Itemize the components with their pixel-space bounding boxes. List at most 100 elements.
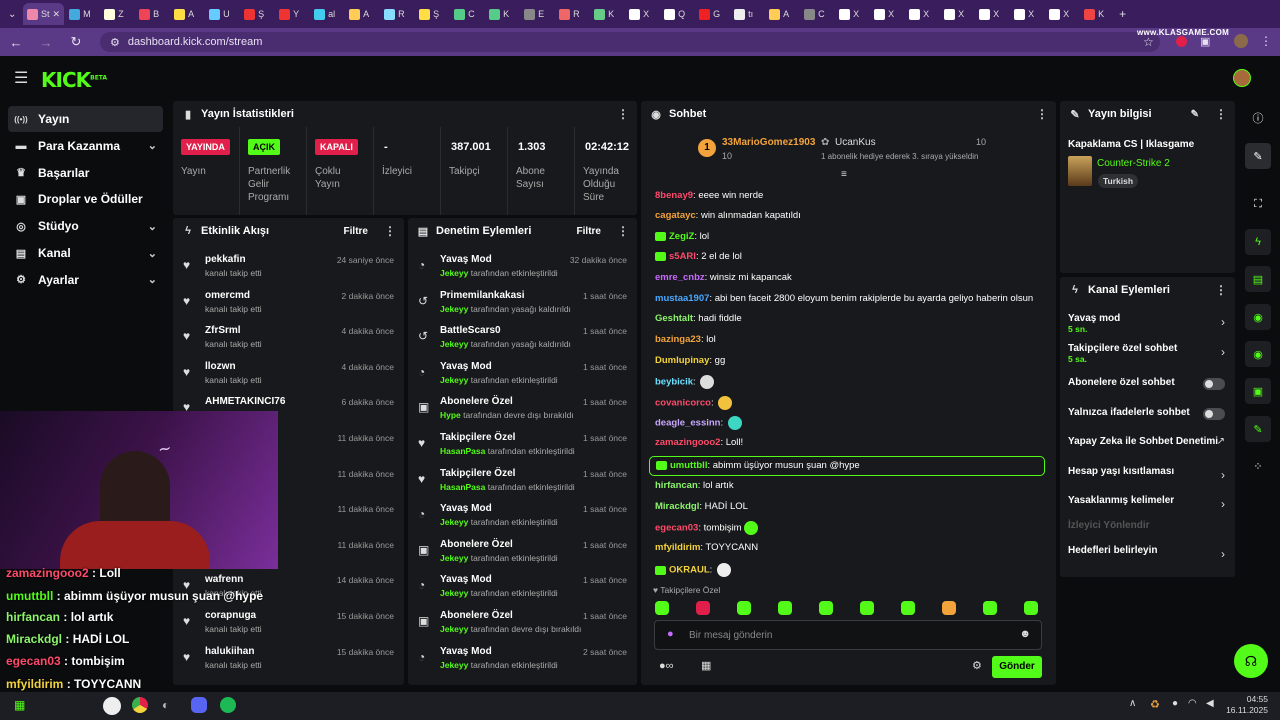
chat-username[interactable]: mustaa1907 (655, 293, 709, 304)
chat-message[interactable]: mustaa1907: abi ben faceit 2800 eloyum b… (655, 293, 1033, 304)
quick-emote-icon[interactable] (696, 601, 710, 615)
activity-user[interactable]: wafrenn (205, 574, 243, 585)
wrench-icon[interactable]: ✎ (1245, 416, 1271, 442)
loyalty-icon[interactable]: ●∞ (659, 660, 674, 672)
chat-message[interactable]: emre_cnbz: winsiz mi kapancak (655, 272, 792, 283)
moderation-row[interactable]: ▣ Abonelere Özel Hype tarafından devre dış… (408, 390, 637, 426)
chevron-down-icon[interactable]: ⌄ (148, 139, 157, 152)
steam-icon[interactable]: ◐ (162, 698, 169, 712)
chevron-down-icon[interactable]: ⌄ (148, 220, 157, 233)
browser-tab[interactable]: M (65, 3, 99, 25)
browser-tab[interactable]: E (520, 3, 554, 25)
chevron-right-icon[interactable]: › (1221, 497, 1225, 511)
more-options-icon[interactable]: ⋮ (617, 224, 629, 238)
browser-tab[interactable]: Q (660, 3, 694, 25)
chat-username[interactable]: bazinga23 (655, 334, 701, 345)
channel-action-row[interactable]: Hesap yaşı kısıtlaması (1068, 466, 1228, 477)
quick-emote-icon[interactable] (901, 601, 915, 615)
support-button[interactable]: ☊ (1234, 644, 1268, 678)
chat-username[interactable]: hirfancan (655, 480, 698, 491)
moderation-row[interactable]: ◔ Yavaş Mod Jekeyy tarafından etkinleştiri… (408, 568, 637, 604)
browser-tab[interactable]: al (310, 3, 344, 25)
wifi-icon[interactable]: ◠ (1188, 698, 1197, 709)
moderator-name[interactable]: Jekeyy (440, 339, 468, 349)
browser-tab[interactable]: X (1045, 3, 1079, 25)
moderator-name[interactable]: Jekeyy (440, 268, 468, 278)
lightning-icon[interactable]: ϟ (1245, 229, 1271, 255)
browser-tab[interactable]: K (590, 3, 624, 25)
browser-menu-icon[interactable]: ⋮ (1260, 34, 1272, 48)
browser-tab[interactable]: K (485, 3, 519, 25)
moderation-row[interactable]: ▣ Abonelere Özel Jekeyy tarafından devre d… (408, 604, 637, 640)
clock-date[interactable]: 16.11.2025 (1222, 705, 1268, 715)
moderator-name[interactable]: Hype (440, 410, 461, 420)
browser-tab[interactable]: X (870, 3, 904, 25)
browser-tab[interactable]: Z (100, 3, 134, 25)
card-icon[interactable]: ▣ (1245, 378, 1271, 404)
chat-icon[interactable]: ◉ (1245, 304, 1271, 330)
browser-tab[interactable]: Ş (240, 3, 274, 25)
browser-tab[interactable]: Ş (415, 3, 449, 25)
browser-tab[interactable]: tı (730, 3, 764, 25)
taskbar-app-icon[interactable]: ▦ (14, 698, 25, 712)
chat-input[interactable]: ● Bir mesaj gönderin ☻ (654, 620, 1042, 650)
chat-message[interactable]: cagatayc: win alınmadan kapatıldı (655, 210, 801, 221)
apps-icon[interactable]: ⁘ (1245, 453, 1271, 479)
activity-row[interactable]: ♥ halukiihan kanalı takip etti 15 dakika ön… (173, 640, 404, 676)
new-tab-icon[interactable]: + (1115, 3, 1133, 25)
info-icon[interactable]: ⓘ (1245, 105, 1271, 131)
chevron-right-icon[interactable]: › (1221, 315, 1225, 329)
browser-tab[interactable]: C (800, 3, 834, 25)
toggle-switch[interactable] (1203, 408, 1225, 420)
quick-emote-icon[interactable] (737, 601, 751, 615)
browser-tab[interactable]: U (205, 3, 239, 25)
browser-tab[interactable]: X (835, 3, 869, 25)
channel-action-row[interactable]: Yapay Zeka ile Sohbet Denetimi (1068, 436, 1228, 447)
send-button[interactable]: Gönder (992, 656, 1042, 678)
moderation-row[interactable]: ▣ Abonelere Özel Jekeyy tarafından etkinle… (408, 533, 637, 569)
browser-tab[interactable]: X (975, 3, 1009, 25)
external-link-icon[interactable]: ↗ (1217, 436, 1225, 447)
chat-message[interactable]: 8benay9: eeee win nerde (655, 190, 763, 201)
chat-message[interactable]: covanicorco: (655, 396, 733, 410)
chat-settings-icon[interactable]: ⚙ (972, 659, 982, 672)
moderator-name[interactable]: Jekeyy (440, 553, 468, 563)
edit-icon[interactable]: ✎ (1191, 109, 1199, 120)
sidebar-item-6[interactable]: ⚙ Ayarlar ⌄ (8, 267, 163, 293)
moderation-row[interactable]: ♥ Takipçilere Özel HasanPasa tarafından et… (408, 426, 637, 462)
activity-user[interactable]: halukiihan (205, 646, 254, 657)
browser-tab[interactable]: A (170, 3, 204, 25)
activity-user[interactable]: omercmd (205, 290, 250, 301)
activity-row[interactable]: ♥ corapnuga kanalı takip etti 15 dakika önc… (173, 604, 404, 640)
chat-username[interactable]: egecan03 (655, 523, 698, 534)
quick-emote-icon[interactable] (942, 601, 956, 615)
chat-message[interactable]: OKRAUL: (655, 563, 731, 577)
spotify-icon[interactable] (220, 697, 236, 713)
activity-user[interactable]: ZfrSrml (205, 325, 241, 336)
chevron-right-icon[interactable]: › (1221, 345, 1225, 359)
collapse-icon[interactable]: ≡ (841, 169, 847, 180)
sidebar-item-3[interactable]: ▣ Droplar ve Ödüller (8, 186, 163, 212)
moderation-row[interactable]: ◔ Yavaş Mod Jekeyy tarafından etkinleştiri… (408, 640, 637, 676)
chat-username[interactable]: umuttbll (670, 460, 707, 471)
browser-tab[interactable]: R (555, 3, 589, 25)
activity-user[interactable]: corapnuga (205, 610, 256, 621)
sidebar-item-5[interactable]: ▤ Kanal ⌄ (8, 240, 163, 266)
sidebar-item-0[interactable]: ((•)) Yayın (8, 106, 163, 132)
moderator-name[interactable]: Jekeyy (440, 375, 468, 385)
sidebar-item-2[interactable]: ♛ Başarılar (8, 160, 163, 186)
chat-username[interactable]: Dumlupinay (655, 355, 709, 366)
browser-tab[interactable]: X (940, 3, 974, 25)
chat-message[interactable]: beybicik: (655, 375, 715, 389)
pencil-icon[interactable]: ✎ (1245, 143, 1271, 169)
quick-emote-icon[interactable] (983, 601, 997, 615)
close-tab-icon[interactable]: ✕ (53, 9, 61, 20)
activity-row[interactable]: ♥ ZfrSrml kanalı takip etti 4 dakika önce (173, 319, 404, 355)
volume-icon[interactable]: ◀ (1206, 698, 1214, 709)
chat-username[interactable]: covanicorco (655, 398, 711, 409)
site-info-icon[interactable]: ⚙ (110, 36, 120, 49)
moderation-row[interactable]: ◔ Yavaş Mod Jekeyy tarafından etkinleştiri… (408, 355, 637, 391)
moderation-row[interactable]: ↺ Primemilankakasi Jekeyy tarafından yasağ… (408, 284, 637, 320)
expand-icon[interactable]: ⛶ (1245, 191, 1271, 217)
more-options-icon[interactable]: ⋮ (1036, 107, 1048, 121)
